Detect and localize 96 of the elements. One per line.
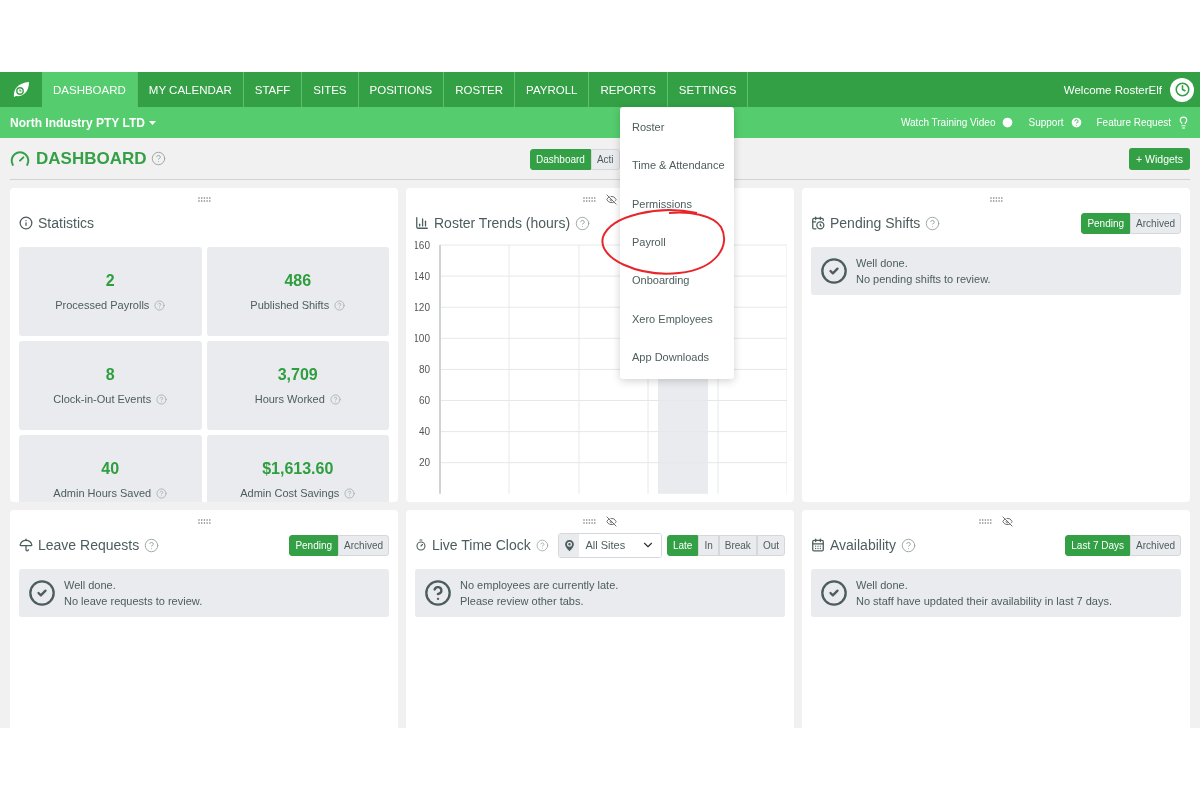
drag-handle-icon[interactable] xyxy=(197,196,211,202)
filter-tab[interactable]: Last 7 Days xyxy=(1065,534,1131,556)
header-link[interactable]: Watch Training Video xyxy=(900,116,1015,129)
help-icon[interactable] xyxy=(150,151,166,166)
header-link[interactable]: Support xyxy=(1028,116,1083,129)
leaf-clock-logo-icon xyxy=(11,79,31,100)
filter-tab[interactable]: Break xyxy=(718,534,757,556)
axis-label: 100 xyxy=(415,332,430,344)
filter-tab[interactable]: In xyxy=(698,534,719,556)
help-icon[interactable] xyxy=(156,393,168,405)
axis-label: 40 xyxy=(418,426,430,438)
calendar-clock-icon xyxy=(811,216,825,230)
site-select[interactable]: All Sites xyxy=(557,532,662,558)
menu-item[interactable]: Time & Attendance xyxy=(620,146,734,185)
stat-label: Processed Payrolls xyxy=(55,299,150,311)
stat-label: Published Shifts xyxy=(250,299,330,311)
menu-item[interactable]: Payroll xyxy=(620,222,734,262)
view-tab[interactable]: Acti xyxy=(590,149,620,170)
avatar-icon[interactable] xyxy=(1170,77,1194,102)
dashboard-icon xyxy=(10,148,30,169)
stat-value: 8 xyxy=(105,366,115,384)
drag-handle-icon[interactable] xyxy=(197,518,211,524)
help-icon xyxy=(1069,116,1083,129)
help-icon[interactable] xyxy=(156,487,168,499)
widget-title: Availability xyxy=(830,537,896,553)
drag-handle-icon[interactable] xyxy=(989,196,1003,202)
check-circle-icon xyxy=(820,257,848,285)
menu-item[interactable]: Onboarding xyxy=(620,261,734,300)
nav-tab[interactable]: DASHBOARD xyxy=(42,72,138,107)
help-icon[interactable] xyxy=(535,537,549,553)
stat-value: 2 xyxy=(105,272,115,290)
page-title: DASHBOARD xyxy=(36,148,147,169)
calendar-icon xyxy=(811,538,825,552)
stat-label: Hours Worked xyxy=(254,393,325,405)
caret-down-icon xyxy=(148,120,156,125)
axis-label: 160 xyxy=(415,239,430,251)
message-text: Well done. No staff have updated their availability in last 7 days. xyxy=(856,578,1112,609)
question-circle-icon xyxy=(424,579,452,607)
bar-chart-icon xyxy=(415,216,429,230)
help-icon[interactable] xyxy=(329,393,341,405)
header-link[interactable]: Feature Request xyxy=(1096,116,1190,129)
help-icon[interactable] xyxy=(334,299,346,311)
menu-item[interactable]: Xero Employees xyxy=(620,299,734,338)
widget-title: Live Time Clock xyxy=(431,537,531,553)
add-widgets-button[interactable]: + Widgets xyxy=(1129,147,1190,170)
check-circle-icon xyxy=(28,579,56,607)
lightbulb-icon xyxy=(1177,116,1190,129)
filter-tab[interactable]: Archived xyxy=(1130,534,1181,556)
view-tab[interactable]: Dashboard xyxy=(530,149,591,170)
help-icon[interactable] xyxy=(575,215,591,231)
stat-value: $1,613.60 xyxy=(262,460,334,478)
filter-tab[interactable]: Pending xyxy=(1081,212,1131,234)
menu-item[interactable]: Roster xyxy=(620,108,734,147)
stat-label: Admin Cost Savings xyxy=(240,487,340,499)
hide-icon[interactable] xyxy=(1002,515,1013,527)
company-selector[interactable]: North Industry PTY LTD xyxy=(10,115,156,130)
info-icon xyxy=(19,216,33,230)
axis-label: 80 xyxy=(418,363,430,375)
hide-icon[interactable] xyxy=(606,515,617,527)
hide-icon[interactable] xyxy=(606,193,617,205)
drag-handle-icon[interactable] xyxy=(583,518,596,524)
widget-title: Roster Trends (hours) xyxy=(434,215,571,231)
message-text: Well done. No leave requests to review. xyxy=(64,578,203,609)
stat-label: Clock-in-Out Events xyxy=(53,393,152,405)
help-icon[interactable] xyxy=(154,299,166,311)
stat-label: Admin Hours Saved xyxy=(53,487,152,499)
message-text: Well done. No pending shifts to review. xyxy=(856,256,991,287)
help-icon[interactable] xyxy=(344,487,356,499)
message-text: No employees are currently late. Please review other tabs. xyxy=(460,578,619,609)
filter-tab[interactable]: Archived xyxy=(1130,212,1181,234)
axis-label: 60 xyxy=(418,395,430,406)
umbrella-icon xyxy=(19,538,33,552)
filter-tab[interactable]: Out xyxy=(756,534,785,556)
stat-value: 3,709 xyxy=(277,366,318,384)
welcome-text: Welcome RosterElf xyxy=(1063,83,1162,96)
stat-value: 486 xyxy=(284,272,312,290)
widget-title: Pending Shifts xyxy=(830,215,921,231)
check-circle-icon xyxy=(820,579,848,607)
widget-title: Leave Requests xyxy=(38,537,140,553)
stat-value: 40 xyxy=(101,460,120,478)
filter-tab[interactable]: Late xyxy=(666,534,699,556)
menu-item[interactable]: App Downloads xyxy=(620,337,734,377)
axis-label: 140 xyxy=(415,270,430,282)
widget-title: Statistics xyxy=(38,215,94,231)
axis-label: 20 xyxy=(418,457,430,469)
help-icon[interactable] xyxy=(144,537,160,553)
filter-tab[interactable]: Pending xyxy=(289,534,339,556)
axis-label: 120 xyxy=(415,301,430,313)
menu-item[interactable]: Permissions xyxy=(620,184,734,223)
drag-handle-icon[interactable] xyxy=(979,518,992,524)
drag-handle-icon[interactable] xyxy=(583,196,596,202)
help-icon[interactable] xyxy=(925,215,941,231)
location-pin-icon xyxy=(561,537,577,553)
stopwatch-icon xyxy=(415,538,427,552)
help-icon[interactable] xyxy=(900,537,916,553)
filter-tab[interactable]: Archived xyxy=(338,534,389,556)
